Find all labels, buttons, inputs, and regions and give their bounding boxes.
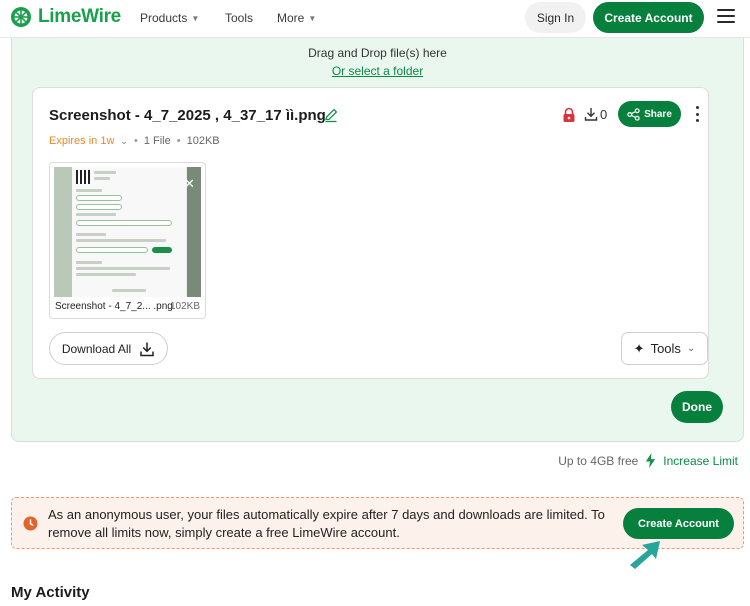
chevron-down-icon: ▼ <box>308 13 317 23</box>
file-meta-row: Expires in 1w ⌄ • 1 File • 102KB <box>49 135 220 147</box>
banner-message: As an anonymous user, your files automat… <box>48 507 605 540</box>
separator-dot: • <box>176 135 181 147</box>
increase-limit-link[interactable]: Increase Limit <box>663 454 738 468</box>
drag-drop-text: Drag and Drop file(s) here <box>308 46 447 60</box>
thumbnail-size: 102KB <box>169 301 200 312</box>
file-count: 1 File <box>143 135 171 147</box>
top-navigation-bar: LimeWire Products ▼ Tools More ▼ Sign In… <box>0 0 750 38</box>
edit-pencil-icon[interactable] <box>323 107 339 123</box>
share-button[interactable]: Share <box>618 101 681 127</box>
pointer-arrow-icon <box>630 541 660 569</box>
limewire-logo[interactable]: LimeWire <box>10 6 121 28</box>
sparkle-icon: ✦ <box>633 340 645 356</box>
tools-dropdown[interactable]: ✦ Tools ⌄ <box>621 332 708 365</box>
limewire-logo-icon <box>11 7 31 27</box>
sign-in-button[interactable]: Sign In <box>525 2 586 33</box>
more-options-icon[interactable] <box>691 104 703 124</box>
nav-more[interactable]: More ▼ <box>277 11 316 25</box>
separator-dot: • <box>133 135 138 147</box>
create-account-button[interactable]: Create Account <box>593 2 704 33</box>
lock-icon[interactable] <box>561 107 577 123</box>
select-folder-link[interactable]: Or select a folder <box>12 64 743 78</box>
done-button[interactable]: Done <box>671 391 723 423</box>
chevron-down-icon: ⌄ <box>686 343 696 354</box>
close-icon: ✕ <box>184 176 195 191</box>
chevron-down-icon[interactable]: ⌄ <box>120 136 128 147</box>
nav-products[interactable]: Products ▼ <box>140 11 199 25</box>
share-icon <box>627 107 640 121</box>
tools-label: Tools <box>650 341 681 356</box>
download-icon <box>584 108 598 121</box>
file-title: Screenshot - 4_7_2025 , 4_37_17 ìì.png <box>49 107 326 124</box>
nav-more-label: More <box>277 11 305 25</box>
expires-label[interactable]: Expires in 1w <box>49 135 114 147</box>
download-count: 0 <box>600 107 608 122</box>
nav-products-label: Products <box>140 11 188 25</box>
file-size: 102KB <box>186 135 220 147</box>
file-thumbnail-card[interactable]: ✕ Screenshot - 4_7_2... .png 102KB <box>49 162 206 319</box>
download-all-label: Download All <box>61 341 132 356</box>
clock-icon <box>23 516 38 531</box>
nav-tools-label: Tools <box>225 11 254 25</box>
banner-create-account-button[interactable]: Create Account <box>623 508 734 539</box>
share-label: Share <box>644 108 672 120</box>
hamburger-menu-icon[interactable] <box>717 9 735 23</box>
lightning-icon <box>646 453 656 468</box>
thumbnail-filename: Screenshot - 4_7_2... .png <box>55 301 173 312</box>
file-card: Screenshot - 4_7_2025 , 4_37_17 ìì.png 0… <box>32 87 709 379</box>
brand-name: LimeWire <box>38 6 121 27</box>
storage-limit-text: Up to 4GB free <box>558 453 639 468</box>
chevron-down-icon: ▼ <box>191 13 200 23</box>
download-icon <box>140 342 154 356</box>
my-activity-heading: My Activity <box>11 584 90 601</box>
download-all-button[interactable]: Download All <box>49 332 168 365</box>
nav-tools[interactable]: Tools <box>225 11 253 25</box>
upload-panel: Drag and Drop file(s) here Or select a f… <box>11 30 744 442</box>
storage-limit-row: Up to 4GB free Increase Limit <box>558 453 738 468</box>
file-thumbnail-image: ✕ <box>54 167 201 297</box>
